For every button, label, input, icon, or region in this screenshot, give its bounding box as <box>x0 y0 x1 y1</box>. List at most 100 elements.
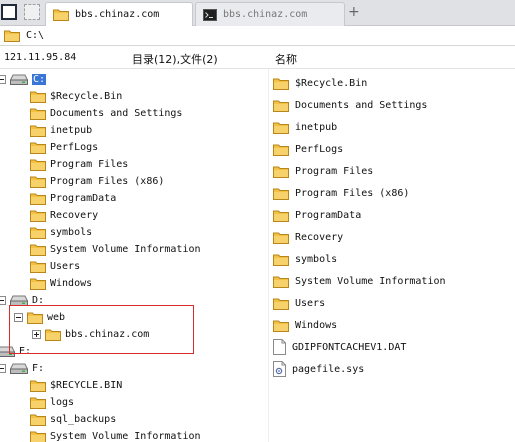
tree-item-label: Recovery <box>50 210 99 221</box>
directory-tree: C: $Recycle.Bin Documents and Settings inet… <box>0 69 268 442</box>
terminal-icon <box>203 8 217 21</box>
tree-drive-item[interactable]: F: <box>0 360 44 377</box>
tree-folder-item[interactable]: PerfLogs <box>30 139 98 156</box>
tree-drive-item[interactable]: E: <box>0 343 31 360</box>
tab-file-manager[interactable]: bbs.chinaz.com <box>45 2 193 26</box>
list-item-label: Documents and Settings <box>295 99 428 111</box>
collapse-icon[interactable] <box>0 296 6 305</box>
list-folder-item[interactable]: $Recycle.Bin <box>273 73 367 93</box>
list-folder-item[interactable]: inetpub <box>273 117 337 137</box>
tree-drive-item[interactable]: D: <box>0 292 44 309</box>
pane-divider[interactable] <box>268 69 269 442</box>
address-bar[interactable]: C:\ <box>0 26 515 46</box>
folder-icon <box>273 78 289 90</box>
tree-folder-item[interactable]: Program Files (x86) <box>30 173 164 190</box>
item-count: 目录(12),文件(2) <box>132 53 218 66</box>
folder-icon <box>30 380 46 392</box>
tree-item-label: C: <box>32 74 47 85</box>
name-column-header[interactable]: 名称 <box>275 51 297 67</box>
tree-drive-item[interactable]: C: <box>0 71 47 88</box>
tree-item-label: D: <box>32 295 45 306</box>
list-folder-item[interactable]: symbols <box>273 249 337 269</box>
folder-icon <box>273 100 289 112</box>
expand-icon[interactable] <box>32 330 41 339</box>
file-icon <box>273 339 286 355</box>
folder-icon <box>30 125 46 137</box>
folder-icon <box>273 144 289 156</box>
folder-icon <box>273 254 289 266</box>
list-folder-item[interactable]: Program Files (x86) <box>273 183 409 203</box>
new-tab-button[interactable]: + <box>348 4 362 20</box>
tree-folder-item[interactable]: symbols <box>30 224 92 241</box>
tree-folder-item[interactable]: ProgramData <box>30 190 116 207</box>
tab-label: bbs.chinaz.com <box>75 9 160 20</box>
tree-folder-item[interactable]: Windows <box>30 275 92 292</box>
tree-item-label: logs <box>50 397 75 408</box>
tree-item-label: F: <box>32 363 45 374</box>
list-folder-item[interactable]: Recovery <box>273 227 343 247</box>
list-folder-item[interactable]: ProgramData <box>273 205 361 225</box>
tree-folder-item[interactable]: web <box>14 309 65 326</box>
tree-folder-item[interactable]: Users <box>30 258 80 275</box>
tree-folder-item[interactable]: $Recycle.Bin <box>30 88 122 105</box>
list-file-item[interactable]: pagefile.sys <box>273 359 364 379</box>
tree-folder-item[interactable]: inetpub <box>30 122 92 139</box>
tree-folder-item[interactable]: logs <box>30 394 74 411</box>
tree-folder-item[interactable]: Program Files <box>30 156 128 173</box>
tree-folder-item[interactable]: $RECYCLE.BIN <box>30 377 122 394</box>
tree-item-label: Program Files <box>50 159 129 170</box>
list-folder-item[interactable]: Program Files <box>273 161 373 181</box>
tab-overview-icon[interactable] <box>24 4 40 20</box>
folder-icon <box>30 142 46 154</box>
tree-item-label: ProgramData <box>50 193 117 204</box>
tree-folder-item[interactable]: Documents and Settings <box>30 105 182 122</box>
tree-item-label: System Volume Information <box>50 431 201 442</box>
list-item-label: PerfLogs <box>295 143 344 155</box>
folder-icon <box>30 414 46 426</box>
list-folder-item[interactable]: PerfLogs <box>273 139 343 159</box>
drive-icon <box>10 295 28 306</box>
tree-item-label: Documents and Settings <box>50 108 183 119</box>
tree-item-label: symbols <box>50 227 93 238</box>
list-file-item[interactable]: GDIPFONTCACHEV1.DAT <box>273 337 406 357</box>
collapse-icon[interactable] <box>14 313 23 322</box>
tree-item-label: inetpub <box>50 125 93 136</box>
drive-icon <box>10 363 28 374</box>
folder-icon <box>273 298 289 310</box>
tree-folder-item[interactable]: System Volume Information <box>30 241 201 258</box>
file-list: $Recycle.Bin Documents and Settings inetpu… <box>270 69 515 442</box>
list-item-label: GDIPFONTCACHEV1.DAT <box>292 341 407 353</box>
list-folder-item[interactable]: System Volume Information <box>273 271 446 291</box>
list-item-label: Program Files <box>295 165 374 177</box>
tree-item-label: Windows <box>50 278 93 289</box>
tree-item-label: PerfLogs <box>50 142 99 153</box>
list-item-label: ProgramData <box>295 209 362 221</box>
folder-icon <box>273 276 289 288</box>
folder-icon <box>30 210 46 222</box>
list-folder-item[interactable]: Documents and Settings <box>273 95 427 115</box>
tab-terminal[interactable]: bbs.chinaz.com <box>195 2 345 26</box>
window-control-icon[interactable] <box>1 4 17 20</box>
folder-icon <box>45 329 61 341</box>
folder-icon <box>30 397 46 409</box>
tree-folder-item[interactable]: Recovery <box>30 207 98 224</box>
address-path[interactable]: C:\ <box>26 30 44 41</box>
list-folder-item[interactable]: Windows <box>273 315 337 335</box>
folder-icon <box>273 232 289 244</box>
tree-folder-item[interactable]: System Volume Information <box>30 428 201 442</box>
tree-folder-item[interactable]: sql_backups <box>30 411 116 428</box>
list-item-label: $Recycle.Bin <box>295 77 368 89</box>
folder-icon <box>273 122 289 134</box>
folder-icon <box>273 166 289 178</box>
list-item-label: Program Files (x86) <box>295 187 410 199</box>
collapse-icon[interactable] <box>0 75 6 84</box>
folder-icon <box>30 227 46 239</box>
list-folder-item[interactable]: Users <box>273 293 325 313</box>
folder-icon <box>30 193 46 205</box>
drive-icon <box>0 346 15 357</box>
folder-icon <box>27 312 43 324</box>
tree-folder-item[interactable]: bbs.chinaz.com <box>32 326 149 343</box>
tree-item-label: E: <box>19 346 32 357</box>
tree-item-label: $Recycle.Bin <box>50 91 123 102</box>
collapse-icon[interactable] <box>0 364 6 373</box>
